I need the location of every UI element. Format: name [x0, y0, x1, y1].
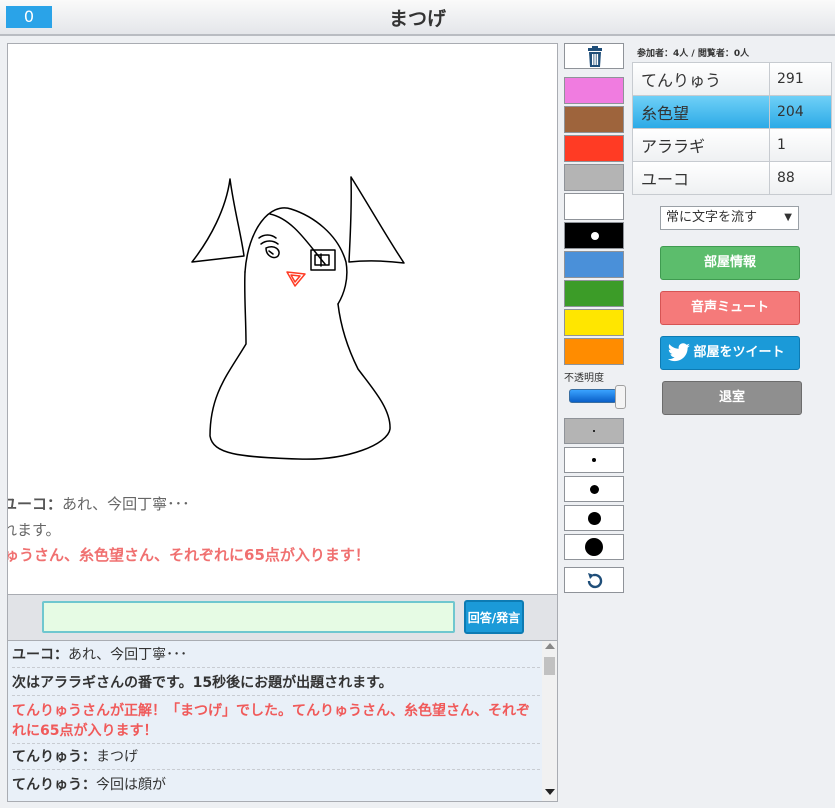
tweet-room-button[interactable]: 部屋をツイート: [660, 336, 800, 370]
brush-size-button[interactable]: [564, 505, 624, 531]
brush-size-button[interactable]: [564, 534, 624, 560]
color-swatch[interactable]: [564, 280, 624, 307]
scroll-thumb[interactable]: [544, 657, 555, 675]
undo-icon: [587, 573, 603, 589]
chat-scrollbar[interactable]: [542, 641, 557, 801]
room-member-stats: 参加者：4人 / 閲覧者：0人: [637, 49, 750, 59]
player-row: アララギ 1: [632, 128, 832, 162]
color-swatch[interactable]: [564, 222, 624, 249]
chat-speaker: てんりゅう：: [12, 777, 96, 793]
opacity-slider-track[interactable]: [569, 389, 617, 403]
canvas-chat-overlay-line: ゅうさん、糸色望さん、それぞれに65点が入ります！: [7, 546, 370, 564]
color-swatch[interactable]: [564, 338, 624, 365]
brush-dot-icon: [587, 511, 601, 525]
player-name: てんりゅう: [632, 62, 770, 96]
clear-canvas-button[interactable]: [564, 43, 624, 69]
chat-message: てんりゅう：まつげ: [12, 747, 540, 770]
scroll-up-arrow-icon[interactable]: [545, 643, 555, 649]
answer-input-row: 回答/発言: [7, 595, 558, 640]
undo-button[interactable]: [564, 567, 624, 593]
player-row: てんりゅう 291: [632, 62, 832, 96]
player-score: 204: [769, 95, 832, 129]
leave-room-button[interactable]: 退室: [662, 381, 802, 415]
brush-size-button[interactable]: [564, 447, 624, 473]
answer-input[interactable]: [42, 601, 455, 633]
scroll-down-arrow-icon[interactable]: [545, 789, 555, 795]
color-swatch[interactable]: [564, 77, 624, 104]
text-flow-select-value: 常に文字を流す: [666, 210, 758, 225]
player-row: 糸色望 204: [632, 95, 832, 129]
trash-icon: [588, 46, 602, 67]
brush-dot-icon: [585, 538, 603, 556]
color-swatch[interactable]: [564, 251, 624, 278]
overlay-speaker: ユーコ：: [7, 495, 63, 513]
chat-message: てんりゅうさんが正解！「まつげ」でした。てんりゅうさん、糸色望さん、それぞ れに…: [12, 701, 540, 744]
room-info-button[interactable]: 部屋情報: [660, 246, 800, 280]
chat-message: てんりゅう：今回は顔が: [12, 775, 540, 797]
brush-dot-icon: [593, 430, 595, 432]
page-title: まつげ: [388, 8, 446, 30]
color-swatch[interactable]: [564, 106, 624, 133]
chat-text: まつげ: [96, 749, 138, 765]
text-flow-select[interactable]: 常に文字を流す ▼: [660, 206, 799, 230]
answer-submit-button[interactable]: 回答/発言: [464, 600, 524, 634]
mute-sound-button[interactable]: 音声ミュート: [660, 291, 800, 325]
color-swatch[interactable]: [564, 135, 624, 162]
player-score-table: てんりゅう 291 糸色望 204 アララギ 1 ユーコ 88: [632, 62, 832, 195]
drawing-canvas[interactable]: ユーコ：あれ、今回丁寧･･･ れます。 ゅうさん、糸色望さん、それぞれに65点が…: [7, 43, 558, 595]
player-row: ユーコ 88: [632, 161, 832, 195]
chat-message: ユーコ：あれ、今回丁寧･･･: [12, 645, 540, 668]
chat-log[interactable]: ユーコ：あれ、今回丁寧･･･ 次はアララギさんの番です。15秒後にお題が出題され…: [7, 640, 558, 802]
chat-text: れに65点が入ります！: [12, 723, 158, 739]
player-name: 糸色望: [632, 95, 770, 129]
chat-text: 今回は顔が: [96, 777, 166, 793]
chat-text: あれ、今回丁寧･･･: [68, 647, 188, 663]
brush-size-button[interactable]: [564, 476, 624, 502]
header-bar: 0 まつげ: [0, 0, 835, 36]
chat-speaker: ユーコ：: [12, 647, 68, 663]
chat-speaker: てんりゅう：: [12, 749, 96, 765]
player-score: 291: [769, 62, 832, 96]
player-score: 88: [769, 161, 832, 195]
player-name: アララギ: [632, 128, 770, 162]
tweet-room-label: 部屋をツイート: [693, 345, 785, 360]
opacity-slider-handle[interactable]: [615, 385, 626, 409]
brush-dot-icon: [589, 484, 599, 494]
overlay-text: あれ、今回丁寧･･･: [62, 495, 190, 513]
brush-size-button[interactable]: [564, 418, 624, 444]
color-swatch[interactable]: [564, 193, 624, 220]
color-swatch[interactable]: [564, 309, 624, 336]
chat-message: 次はアララギさんの番です。15秒後にお題が出題されます。: [12, 673, 540, 696]
twitter-bird-icon: [667, 343, 690, 362]
opacity-slider[interactable]: [567, 385, 626, 409]
opacity-label: 不透明度: [564, 373, 604, 384]
player-score: 1: [769, 128, 832, 162]
player-name: ユーコ: [632, 161, 770, 195]
canvas-chat-overlay-line: ユーコ：あれ、今回丁寧･･･: [7, 493, 190, 514]
chat-text: てんりゅうさんが正解！「まつげ」でした。てんりゅうさん、糸色望さん、それぞ: [12, 703, 530, 719]
selected-indicator-icon: [591, 232, 599, 240]
color-swatch[interactable]: [564, 164, 624, 191]
brush-dot-icon: [592, 458, 596, 462]
canvas-chat-overlay-line: れます。: [7, 521, 61, 539]
chevron-down-icon: ▼: [784, 212, 792, 223]
